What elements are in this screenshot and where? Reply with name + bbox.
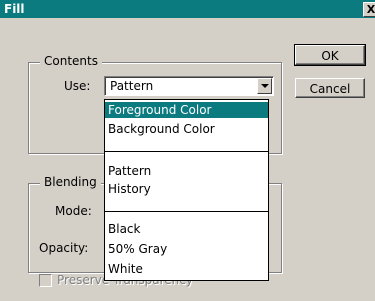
dropdown-option-history[interactable]: History <box>105 181 268 197</box>
title-bar: Fill X <box>0 0 375 18</box>
preserve-transparency-checkbox[interactable] <box>39 274 52 287</box>
opacity-label: Opacity: <box>39 241 89 255</box>
dropdown-option-black[interactable]: Black <box>105 221 268 237</box>
use-dropdown-list: Foreground Color Background Color Patter… <box>104 99 269 281</box>
mode-label: Mode: <box>55 204 92 218</box>
cancel-button[interactable]: Cancel <box>295 78 365 98</box>
blending-group-label: Blending <box>40 175 101 189</box>
contents-group-label: Contents <box>40 54 102 68</box>
chevron-down-icon[interactable] <box>257 78 272 94</box>
window-title: Fill <box>4 2 25 16</box>
dropdown-option-pattern[interactable]: Pattern <box>105 163 268 179</box>
use-dropdown[interactable]: Pattern <box>104 76 274 96</box>
dropdown-separator <box>105 211 268 212</box>
dropdown-option-background-color[interactable]: Background Color <box>105 121 268 137</box>
ok-button[interactable]: OK <box>294 44 366 66</box>
use-label: Use: <box>64 79 91 93</box>
dropdown-separator <box>105 151 268 152</box>
use-dropdown-value: Pattern <box>110 79 154 93</box>
dropdown-option-foreground-color[interactable]: Foreground Color <box>105 102 268 118</box>
dropdown-option-50-gray[interactable]: 50% Gray <box>105 241 268 257</box>
dropdown-option-white[interactable]: White <box>105 261 268 277</box>
close-button[interactable]: X <box>363 2 375 17</box>
